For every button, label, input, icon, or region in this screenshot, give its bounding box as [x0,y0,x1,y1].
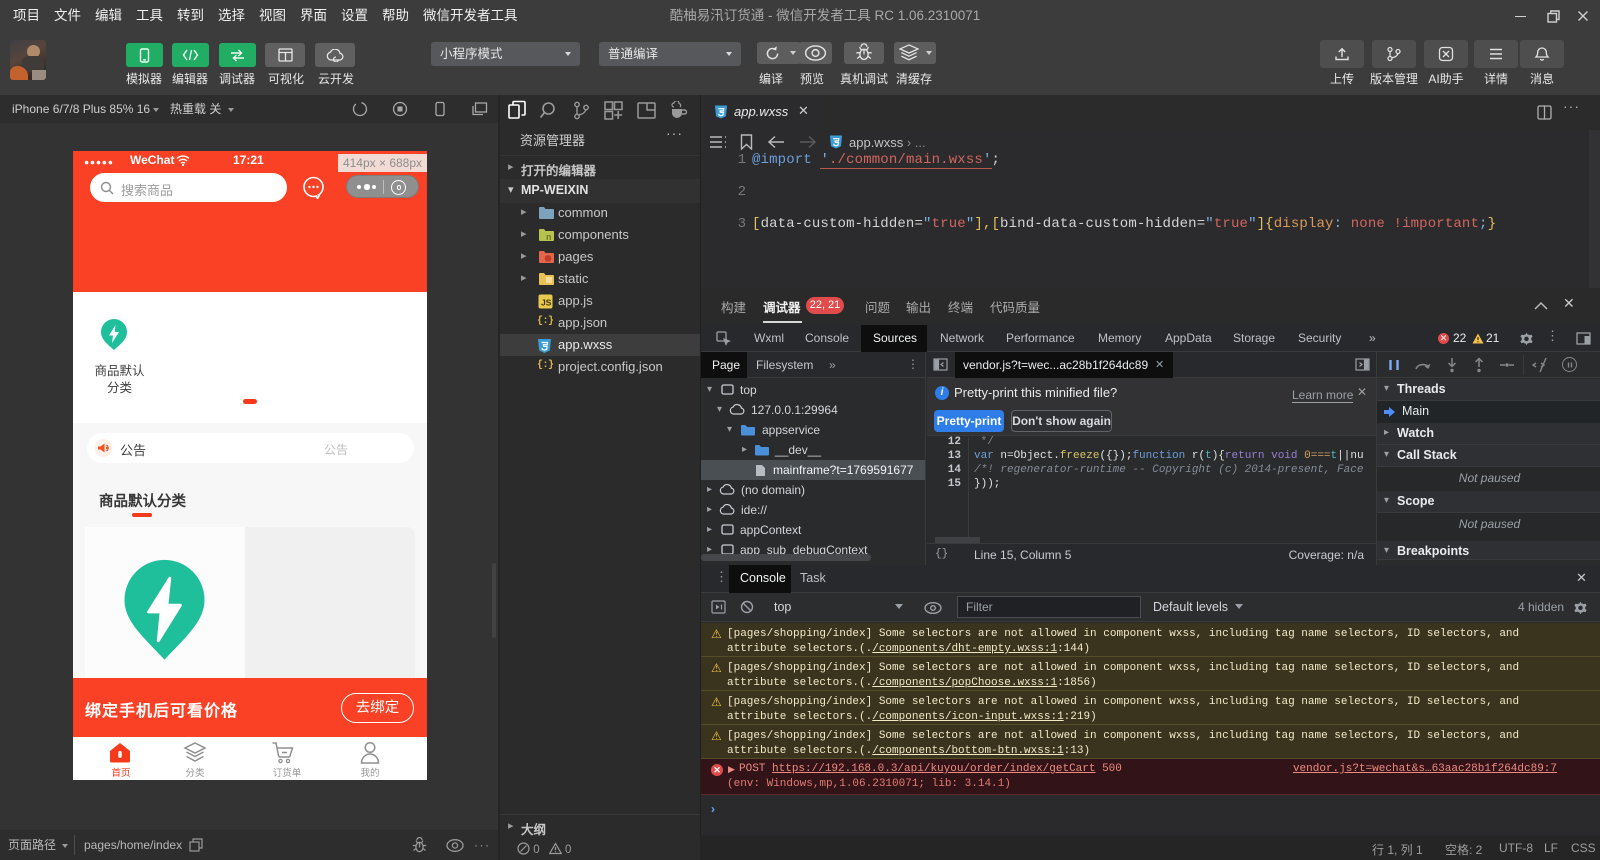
svg-text:n: n [546,232,552,242]
svg-text:JS: JS [541,298,552,308]
